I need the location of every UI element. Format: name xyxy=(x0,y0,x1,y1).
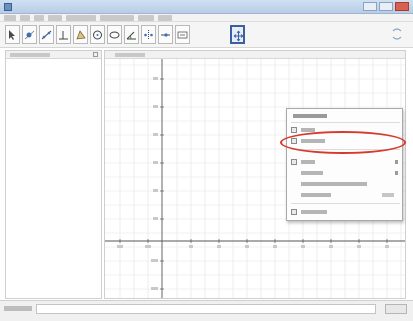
graphics-panel-header xyxy=(105,51,405,59)
context-menu xyxy=(286,108,403,221)
highlight-ellipse xyxy=(280,131,406,154)
menu-item-graphics-settings[interactable] xyxy=(287,207,402,217)
text-tool-button[interactable] xyxy=(175,25,190,44)
slider-icon xyxy=(161,33,170,37)
text-icon xyxy=(177,31,188,39)
app-window xyxy=(0,0,413,321)
context-menu-title xyxy=(287,111,402,121)
line-tool-button[interactable] xyxy=(39,25,54,44)
toolbar xyxy=(0,22,413,48)
menu-item-5[interactable] xyxy=(287,179,402,189)
reflect-tool-button[interactable] xyxy=(141,25,156,44)
menu-separator xyxy=(291,122,400,123)
menu-bar xyxy=(0,14,413,22)
polygon-tool-button[interactable] xyxy=(73,25,88,44)
panel-close-icon[interactable] xyxy=(93,52,98,57)
submenu-arrow-icon xyxy=(395,171,398,175)
circle-icon xyxy=(93,30,102,40)
slider-tool-button[interactable] xyxy=(158,25,173,44)
menu-item-2[interactable] xyxy=(20,15,30,21)
menu-item-4[interactable] xyxy=(287,168,402,178)
point-icon xyxy=(24,30,35,40)
algebra-panel-header xyxy=(6,51,101,59)
menu-item-6[interactable] xyxy=(100,15,134,21)
input-field[interactable] xyxy=(36,304,376,314)
line-icon xyxy=(41,30,52,40)
graphics-settings-icon xyxy=(291,209,297,215)
graphics-panel-title xyxy=(115,53,145,57)
undo-icon xyxy=(392,28,402,40)
perpendicular-icon xyxy=(59,31,68,40)
move-view-icon xyxy=(233,30,244,42)
point-tool-button[interactable] xyxy=(22,25,37,44)
menu-item-4[interactable] xyxy=(48,15,62,21)
window-controls xyxy=(363,2,409,11)
angle-icon xyxy=(126,31,136,40)
menu-item-1[interactable] xyxy=(4,15,16,21)
menu-item-3[interactable] xyxy=(34,15,44,21)
undo-redo-controls[interactable] xyxy=(391,26,403,42)
circle-tool-button[interactable] xyxy=(90,25,105,44)
pointer-tool-button[interactable] xyxy=(5,25,20,44)
title-bar xyxy=(0,0,413,14)
app-icon xyxy=(4,3,12,11)
pointer-icon xyxy=(9,30,15,40)
axes-icon xyxy=(291,127,297,133)
close-button[interactable] xyxy=(395,2,409,11)
menu-item-6[interactable] xyxy=(287,190,402,200)
menu-item-8[interactable] xyxy=(158,15,172,21)
maximize-button[interactable] xyxy=(379,2,393,11)
input-help-button[interactable] xyxy=(385,304,407,314)
menu-item-navigation[interactable] xyxy=(287,157,402,167)
polygon-icon xyxy=(76,30,86,40)
algebra-panel-title xyxy=(10,53,50,57)
move-view-tool-button[interactable] xyxy=(230,25,245,44)
navigation-icon xyxy=(291,159,297,165)
menu-item-5[interactable] xyxy=(66,15,96,21)
menu-separator xyxy=(291,203,400,204)
input-label xyxy=(4,306,32,311)
perpendicular-tool-button[interactable] xyxy=(56,25,71,44)
minimize-button[interactable] xyxy=(363,2,377,11)
submenu-arrow-icon xyxy=(395,160,398,164)
algebra-panel[interactable] xyxy=(5,50,102,299)
angle-tool-button[interactable] xyxy=(124,25,139,44)
reflect-icon xyxy=(144,30,153,40)
input-bar xyxy=(0,300,413,321)
ellipse-icon xyxy=(109,31,120,39)
ellipse-tool-button[interactable] xyxy=(107,25,122,44)
menu-item-7[interactable] xyxy=(138,15,154,21)
